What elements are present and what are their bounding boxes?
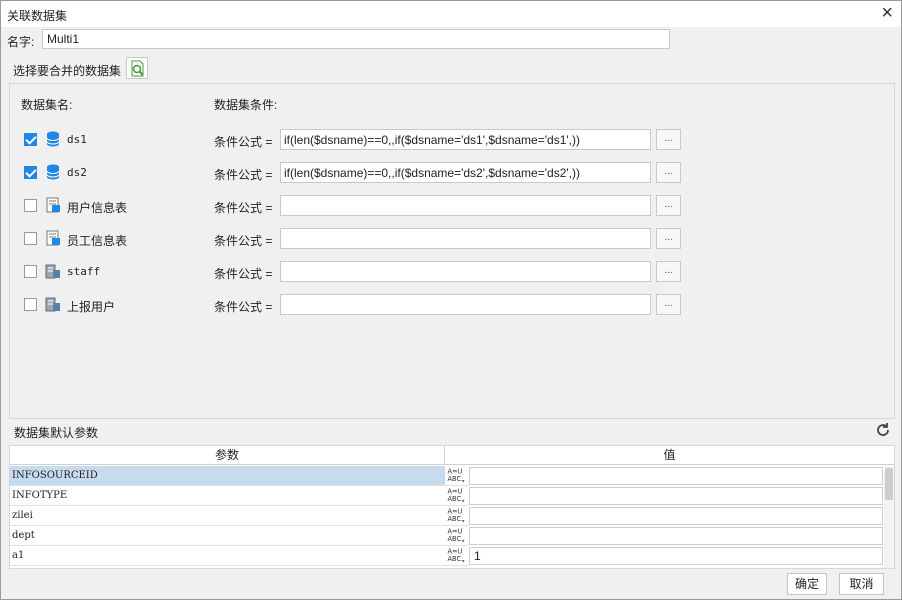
- svg-text:ABC: ABC: [448, 515, 462, 523]
- dataset-row-ds2: ds2 条件公式 = if(len($dsname)==0,,if($dsnam…: [10, 161, 894, 185]
- condition-formula-label: 条件公式 =: [214, 135, 273, 149]
- condition-formula-input[interactable]: if(len($dsname)==0,,if($dsname='ds2',$ds…: [280, 162, 651, 183]
- database-icon: [46, 164, 60, 180]
- param-name: a1: [10, 546, 445, 566]
- formula-editor-button[interactable]: ...: [656, 294, 681, 315]
- param-column-header: 参数: [10, 446, 445, 465]
- scrollbar-thumb[interactable]: [885, 468, 893, 500]
- condition-formula-input[interactable]: [280, 195, 651, 216]
- type-selector-icon[interactable]: A=U ABC: [445, 466, 469, 486]
- svg-text:ABC: ABC: [448, 535, 462, 543]
- close-icon[interactable]: ×: [881, 3, 893, 23]
- param-name: dept: [10, 526, 445, 546]
- formula-editor-button[interactable]: ...: [656, 228, 681, 249]
- dataset-row-report-user: 上报用户 条件公式 = ...: [10, 293, 894, 317]
- dataset-checkbox[interactable]: [24, 133, 37, 146]
- server-dataset-icon: [45, 297, 60, 312]
- dataset-panel: 数据集名: 数据集条件: ds1 条件公式 = if(len($dsname)=…: [9, 83, 895, 419]
- param-value-input[interactable]: 1: [469, 547, 883, 565]
- formula-editor-button[interactable]: ...: [656, 129, 681, 150]
- dataset-name: 用户信息表: [67, 201, 128, 215]
- table-row[interactable]: INFOSOURCEID A=U ABC: [10, 466, 883, 486]
- dataset-row-ds1: ds1 条件公式 = if(len($dsname)==0,,if($dsnam…: [10, 128, 894, 152]
- dataset-name: ds1: [67, 133, 87, 146]
- dataset-row-staff-info: 员工信息表 条件公式 = ...: [10, 227, 894, 251]
- server-dataset-icon: [45, 264, 60, 279]
- database-icon: [46, 131, 60, 147]
- dataset-checkbox[interactable]: [24, 298, 37, 311]
- param-value-input[interactable]: [469, 467, 883, 485]
- table-row[interactable]: zilei A=U ABC: [10, 506, 883, 526]
- dataset-checkbox[interactable]: [24, 232, 37, 245]
- relate-dataset-dialog: 关联数据集 × 名字: Multi1 选择要合并的数据集 数据集名: 数据集条件…: [0, 0, 902, 600]
- type-selector-icon[interactable]: A=U ABC: [445, 526, 469, 546]
- condition-formula-label: 条件公式 =: [214, 267, 273, 281]
- type-selector-icon[interactable]: A=U ABC: [445, 486, 469, 506]
- ok-button[interactable]: 确定: [787, 573, 827, 595]
- value-column-header: 值: [445, 446, 894, 465]
- title-bar: 关联数据集 ×: [1, 1, 901, 27]
- table-dataset-icon: [46, 197, 60, 213]
- name-input[interactable]: Multi1: [42, 29, 670, 49]
- dataset-checkbox[interactable]: [24, 199, 37, 212]
- dataset-row-staff: staff 条件公式 = ...: [10, 260, 894, 284]
- formula-editor-button[interactable]: ...: [656, 261, 681, 282]
- dataset-condition-header: 数据集条件:: [214, 98, 278, 112]
- dataset-row-user-info: 用户信息表 条件公式 = ...: [10, 194, 894, 218]
- condition-formula-input[interactable]: [280, 261, 651, 282]
- condition-formula-input[interactable]: [280, 228, 651, 249]
- vertical-scrollbar[interactable]: [884, 466, 894, 568]
- svg-text:ABC: ABC: [448, 555, 462, 563]
- dataset-checkbox[interactable]: [24, 166, 37, 179]
- param-name: INFOTYPE: [10, 486, 445, 506]
- table-row[interactable]: INFOTYPE A=U ABC: [10, 486, 883, 506]
- svg-text:ABC: ABC: [448, 475, 462, 483]
- name-label: 名字:: [7, 35, 35, 49]
- default-params-title: 数据集默认参数: [14, 426, 99, 440]
- condition-formula-label: 条件公式 =: [214, 201, 273, 215]
- params-table: 参数 值 INFOSOURCEID A=U ABC INFOTYPE A=U A…: [9, 445, 895, 569]
- table-dataset-icon: [46, 230, 60, 246]
- refresh-icon[interactable]: [874, 421, 892, 439]
- dataset-name: ds2: [67, 166, 87, 179]
- dataset-checkbox[interactable]: [24, 265, 37, 278]
- type-selector-icon[interactable]: A=U ABC: [445, 506, 469, 526]
- dataset-name: 员工信息表: [67, 234, 128, 248]
- condition-formula-label: 条件公式 =: [214, 300, 273, 314]
- condition-formula-input[interactable]: if(len($dsname)==0,,if($dsname='ds1',$ds…: [280, 129, 651, 150]
- cancel-button[interactable]: 取消: [839, 573, 884, 595]
- choose-dataset-label: 选择要合并的数据集: [13, 64, 122, 78]
- choose-dataset-button[interactable]: [126, 57, 148, 79]
- formula-editor-button[interactable]: ...: [656, 162, 681, 183]
- dataset-name-header: 数据集名:: [21, 98, 73, 112]
- table-row[interactable]: a1 A=U ABC 1: [10, 546, 883, 566]
- dataset-name: 上报用户: [67, 300, 116, 314]
- param-name: INFOSOURCEID: [10, 466, 445, 486]
- document-search-icon: [131, 60, 144, 77]
- param-name: zilei: [10, 506, 445, 526]
- condition-formula-input[interactable]: [280, 294, 651, 315]
- dataset-name: staff: [67, 265, 101, 278]
- formula-editor-button[interactable]: ...: [656, 195, 681, 216]
- type-selector-icon[interactable]: A=U ABC: [445, 546, 469, 566]
- dialog-title: 关联数据集: [7, 9, 68, 23]
- param-value-input[interactable]: [469, 527, 883, 545]
- condition-formula-label: 条件公式 =: [214, 168, 273, 182]
- param-value-input[interactable]: [469, 507, 883, 525]
- condition-formula-label: 条件公式 =: [214, 234, 273, 248]
- param-value-input[interactable]: [469, 487, 883, 505]
- svg-text:ABC: ABC: [448, 495, 462, 503]
- table-row[interactable]: dept A=U ABC: [10, 526, 883, 546]
